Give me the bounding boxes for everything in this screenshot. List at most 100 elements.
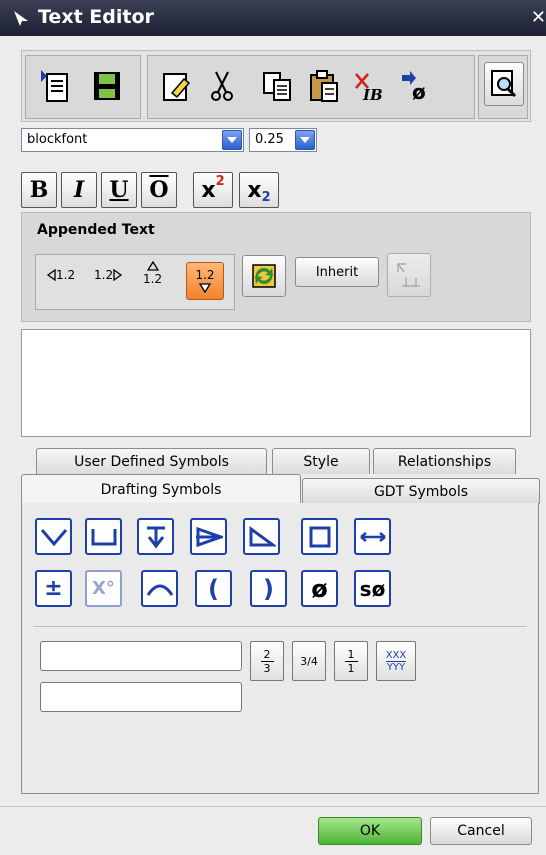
tab-gdt-symbols-label: GDT Symbols xyxy=(373,483,469,500)
cut-button[interactable] xyxy=(203,64,241,108)
attach-disabled-button xyxy=(387,253,431,297)
font-name-select[interactable]: blockfont xyxy=(21,128,244,152)
clear-button[interactable] xyxy=(155,64,197,108)
subscript-button[interactable]: x 2 xyxy=(239,172,279,208)
tab-user-defined-symbols[interactable]: User Defined Symbols xyxy=(36,448,267,474)
tab-drafting-symbols-label: Drafting Symbols xyxy=(100,481,222,498)
overline-button[interactable]: O xyxy=(141,172,177,208)
font-size-select[interactable]: 0.25 xyxy=(249,128,317,152)
fraction-bottom-input[interactable] xyxy=(40,682,242,712)
bold-label: B xyxy=(29,177,49,203)
italic-button[interactable]: I xyxy=(61,172,97,208)
depth-button[interactable] xyxy=(137,518,174,555)
svg-text:ø: ø xyxy=(412,80,426,103)
two-thirds-fraction-button[interactable]: 2 3 xyxy=(250,641,284,681)
preview-icon xyxy=(491,70,517,98)
square-button[interactable] xyxy=(301,518,338,555)
plus-minus-label: ± xyxy=(44,576,63,601)
left-paren-button[interactable]: ( xyxy=(195,570,232,607)
font-name-value: blockfont xyxy=(27,132,88,147)
plus-minus-button[interactable]: ± xyxy=(35,570,72,607)
countersink-icon xyxy=(40,528,67,546)
append-after-button[interactable]: 1.2 xyxy=(94,268,123,282)
underline-label: U xyxy=(109,177,129,203)
italic-label: I xyxy=(73,177,85,203)
close-icon[interactable]: ✕ xyxy=(531,7,546,28)
slope-button[interactable] xyxy=(243,518,280,555)
underline-button[interactable]: U xyxy=(101,172,137,208)
arrow-left-icon xyxy=(46,268,56,282)
divider xyxy=(33,626,527,627)
fraction-top-input[interactable] xyxy=(40,641,242,671)
degree-label: X° xyxy=(92,578,115,599)
tab-drafting-symbols[interactable]: Drafting Symbols xyxy=(21,474,301,504)
one-over-one-fraction-button[interactable]: 1 1 xyxy=(334,641,368,681)
superscript-base: x xyxy=(201,177,216,203)
conical-taper-button[interactable] xyxy=(190,518,227,555)
spherical-diameter-label: sø xyxy=(359,576,386,601)
degree-button[interactable]: X° xyxy=(85,570,122,607)
fraction-1-numerator: 2 xyxy=(260,648,274,662)
chevron-down-icon[interactable] xyxy=(222,130,242,150)
tab-gdt-symbols[interactable]: GDT Symbols xyxy=(302,478,540,504)
fraction-4-numerator: XXX xyxy=(385,649,407,662)
subscript-base: x xyxy=(247,177,262,203)
countersink-button[interactable] xyxy=(35,518,72,555)
depth-icon xyxy=(146,526,165,548)
insert-symbol-button[interactable]: ø xyxy=(396,64,438,108)
svg-text:IB: IB xyxy=(362,86,383,103)
footer-divider xyxy=(0,806,546,807)
text-editor-area[interactable] xyxy=(21,329,531,437)
diameter-button[interactable]: ø xyxy=(301,570,338,607)
chevron-down-icon[interactable] xyxy=(295,130,315,150)
subscript-sub: 2 xyxy=(261,189,271,205)
import-text-icon xyxy=(41,70,68,102)
append-before-button[interactable]: 1.2 xyxy=(46,268,75,282)
ok-button[interactable]: OK xyxy=(318,817,422,845)
fraction-1-denominator: 3 xyxy=(263,661,271,675)
copy-button[interactable] xyxy=(257,64,297,108)
tab-style[interactable]: Style xyxy=(272,448,370,474)
xxx-over-yyy-fraction-button[interactable]: XXX YYY xyxy=(376,641,416,681)
save-button[interactable] xyxy=(86,64,128,108)
cancel-label: Cancel xyxy=(457,823,505,839)
save-icon xyxy=(94,72,120,100)
refresh-button[interactable] xyxy=(242,255,286,297)
superscript-button[interactable]: x 2 xyxy=(193,172,233,208)
paste-button[interactable] xyxy=(304,64,344,108)
arrow-right-icon xyxy=(113,268,123,282)
delete-font-button[interactable]: IB xyxy=(349,64,391,108)
append-before-label: 1.2 xyxy=(56,268,76,282)
clear-icon xyxy=(163,73,191,101)
tab-user-defined-symbols-label: User Defined Symbols xyxy=(74,453,229,470)
delete-font-icon: IB xyxy=(355,73,383,103)
arc-button[interactable] xyxy=(141,570,178,607)
append-after-label: 1.2 xyxy=(94,268,114,282)
tab-relationships[interactable]: Relationships xyxy=(373,448,516,474)
attach-icon xyxy=(397,263,420,287)
conical-taper-icon xyxy=(195,526,223,547)
three-quarters-fraction-button[interactable]: 3/4 xyxy=(292,641,326,681)
superscript-sup: 2 xyxy=(215,173,225,189)
ok-label: OK xyxy=(359,823,381,839)
inherit-button[interactable]: Inherit xyxy=(295,257,379,287)
right-paren-button[interactable]: ) xyxy=(250,570,287,607)
import-text-button[interactable] xyxy=(34,64,76,108)
paste-icon xyxy=(310,70,338,102)
preview-button[interactable] xyxy=(484,62,524,106)
fraction-3-denominator: 1 xyxy=(347,661,355,675)
tab-style-label: Style xyxy=(303,453,339,470)
tab-relationships-label: Relationships xyxy=(397,453,492,470)
left-paren-label: ( xyxy=(208,574,219,603)
bold-button[interactable]: B xyxy=(21,172,57,208)
font-size-value: 0.25 xyxy=(255,132,284,147)
append-above-button[interactable]: 1.2 xyxy=(143,260,162,286)
append-below-label: 1.2 xyxy=(195,267,215,282)
append-above-label: 1.2 xyxy=(143,272,163,286)
cancel-button[interactable]: Cancel xyxy=(430,817,532,845)
spherical-diameter-button[interactable]: sø xyxy=(354,570,391,607)
append-below-button[interactable]: 1.2 xyxy=(186,262,224,300)
arc-length-button[interactable] xyxy=(354,518,391,555)
counterbore-button[interactable] xyxy=(85,518,122,555)
fraction-2-label: 3/4 xyxy=(300,654,318,668)
